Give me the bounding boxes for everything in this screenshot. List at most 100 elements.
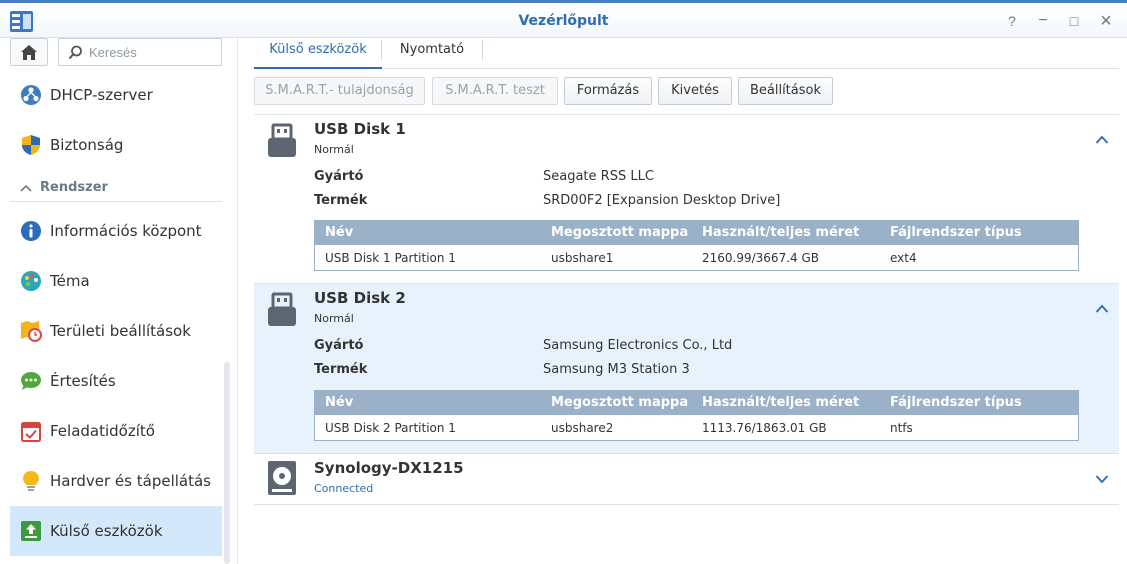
- partition-table: Név Megosztott mappa Használt/teljes mér…: [314, 220, 1079, 271]
- partition-filesystem: ext4: [890, 251, 917, 265]
- list-divider: [254, 504, 1119, 505]
- manufacturer-label: Gyártó: [314, 338, 364, 353]
- chat-bubble-icon: [19, 369, 43, 393]
- device-name: USB Disk 1: [314, 120, 406, 138]
- sidebar-item-task-scheduler[interactable]: Feladatidőzítő: [10, 406, 222, 456]
- expansion-unit-icon: [268, 461, 296, 495]
- sidebar-item-info-center[interactable]: Információs központ: [10, 206, 222, 256]
- partition-table-header: Név Megosztott mappa Használt/teljes mér…: [315, 221, 1078, 245]
- manufacturer-label: Gyártó: [314, 169, 364, 184]
- section-header-label: Rendszer: [40, 180, 108, 195]
- maximize-button[interactable]: □: [1065, 12, 1083, 30]
- search-icon: [68, 45, 82, 60]
- column-header-shared-folder: Megosztott mappa: [551, 225, 689, 240]
- partition-filesystem: ntfs: [890, 421, 913, 435]
- palette-icon: [19, 269, 43, 293]
- search-box[interactable]: [58, 38, 222, 66]
- device-usb-disk-1[interactable]: USB Disk 1 Normál Gyártó Seagate RSS LLC…: [254, 115, 1119, 283]
- lightbulb-icon: [19, 469, 43, 493]
- sidebar: DHCP-szerver Biztonság Rendszer Informác…: [0, 38, 238, 564]
- column-header-filesystem: Fájlrendszer típus: [890, 395, 1022, 410]
- partition-name: USB Disk 2 Partition 1: [325, 421, 456, 435]
- smart-properties-button[interactable]: S.M.A.R.T.- tulajdonság: [254, 77, 425, 105]
- column-header-name: Név: [325, 395, 354, 410]
- manufacturer-value: Seagate RSS LLC: [543, 169, 654, 184]
- partition-share: usbshare2: [551, 421, 614, 435]
- manufacturer-value: Samsung Electronics Co., Ltd: [543, 338, 733, 353]
- eject-button[interactable]: Kivetés: [658, 77, 732, 105]
- sidebar-item-dhcp[interactable]: DHCP-szerver: [10, 70, 222, 120]
- chevron-up-icon[interactable]: [1095, 302, 1109, 316]
- product-label: Termék: [314, 362, 368, 377]
- external-device-upload-icon: [19, 519, 43, 543]
- settings-button[interactable]: Beállítások: [738, 77, 833, 105]
- device-name: Synology-DX1215: [314, 459, 464, 477]
- home-icon: [21, 44, 37, 60]
- sidebar-item-regional[interactable]: Területi beállítások: [10, 306, 222, 356]
- product-value: Samsung M3 Station 3: [543, 362, 690, 377]
- shield-icon: [19, 133, 43, 157]
- close-icon: ×: [1100, 9, 1112, 32]
- partition-size: 2160.99/3667.4 GB: [702, 251, 819, 265]
- partition-name: USB Disk 1 Partition 1: [325, 251, 456, 265]
- tab-external-devices[interactable]: Külső eszközök: [254, 38, 382, 69]
- sidebar-item-theme[interactable]: Téma: [10, 256, 222, 306]
- main-panel: Külső eszközök Nyomtató S.M.A.R.T.- tula…: [254, 38, 1119, 564]
- device-synology-dx1215[interactable]: Synology-DX1215 Connected: [254, 454, 1119, 504]
- sidebar-item-security[interactable]: Biztonság: [10, 120, 222, 170]
- product-value: SRD00F2 [Expansion Desktop Drive]: [543, 193, 781, 208]
- sidebar-item-label: Hardver és tápellátás: [50, 472, 211, 490]
- sidebar-item-notification[interactable]: Értesítés: [10, 356, 222, 406]
- device-status: Connected: [314, 482, 374, 495]
- device-status: Normál: [314, 143, 354, 156]
- title-bar: Vezérlőpult ? − □ ×: [0, 0, 1127, 38]
- sidebar-item-label: Információs központ: [50, 222, 202, 240]
- regional-clock-map-icon: [19, 319, 43, 343]
- calendar-check-icon: [19, 419, 43, 443]
- sidebar-item-label: Külső eszközök: [50, 522, 163, 540]
- column-header-size: Használt/teljes méret: [702, 395, 860, 410]
- format-button[interactable]: Formázás: [564, 77, 652, 105]
- dhcp-network-icon: [19, 83, 43, 107]
- partition-table-header: Név Megosztott mappa Használt/teljes mér…: [315, 391, 1078, 415]
- chevron-up-icon: [20, 184, 32, 192]
- close-button[interactable]: ×: [1097, 9, 1115, 32]
- sidebar-item-label: Biztonság: [50, 136, 124, 154]
- sidebar-item-label: Területi beállítások: [50, 322, 191, 340]
- home-button[interactable]: [10, 38, 48, 66]
- tab-printer[interactable]: Nyomtató: [382, 38, 482, 69]
- partition-table: Név Megosztott mappa Használt/teljes mér…: [314, 390, 1079, 441]
- maximize-icon: □: [1069, 13, 1079, 29]
- tab-bar: Külső eszközök Nyomtató: [254, 38, 1119, 69]
- help-icon: ?: [1008, 13, 1016, 29]
- info-icon: [19, 219, 43, 243]
- usb-drive-icon: [268, 123, 296, 157]
- device-status: Normál: [314, 312, 354, 325]
- partition-size: 1113.76/1863.01 GB: [702, 421, 827, 435]
- column-header-filesystem: Fájlrendszer típus: [890, 225, 1022, 240]
- search-input[interactable]: [89, 43, 217, 61]
- sidebar-item-label: Feladatidőzítő: [50, 422, 155, 440]
- partition-share: usbshare1: [551, 251, 614, 265]
- usb-drive-icon: [268, 292, 296, 326]
- section-header-system[interactable]: Rendszer: [10, 174, 222, 202]
- column-header-name: Név: [325, 225, 354, 240]
- product-label: Termék: [314, 193, 368, 208]
- chevron-up-icon[interactable]: [1095, 133, 1109, 147]
- sidebar-scrollbar[interactable]: [224, 362, 230, 564]
- sidebar-item-label: Téma: [50, 272, 90, 290]
- sidebar-item-external-devices[interactable]: Külső eszközök: [10, 506, 222, 556]
- minimize-icon: −: [1038, 12, 1048, 29]
- minimize-button[interactable]: −: [1034, 12, 1052, 30]
- sidebar-item-label: Értesítés: [50, 372, 116, 390]
- help-button[interactable]: ?: [1003, 12, 1021, 30]
- column-header-shared-folder: Megosztott mappa: [551, 395, 689, 410]
- device-name: USB Disk 2: [314, 289, 406, 307]
- tab-divider: [482, 40, 483, 60]
- chevron-down-icon[interactable]: [1095, 472, 1109, 486]
- sidebar-item-label: DHCP-szerver: [50, 86, 153, 104]
- device-usb-disk-2[interactable]: USB Disk 2 Normál Gyártó Samsung Electro…: [254, 284, 1119, 453]
- column-header-size: Használt/teljes méret: [702, 225, 860, 240]
- sidebar-item-hardware-power[interactable]: Hardver és tápellátás: [10, 456, 222, 506]
- smart-test-button[interactable]: S.M.A.R.T. teszt: [432, 77, 558, 105]
